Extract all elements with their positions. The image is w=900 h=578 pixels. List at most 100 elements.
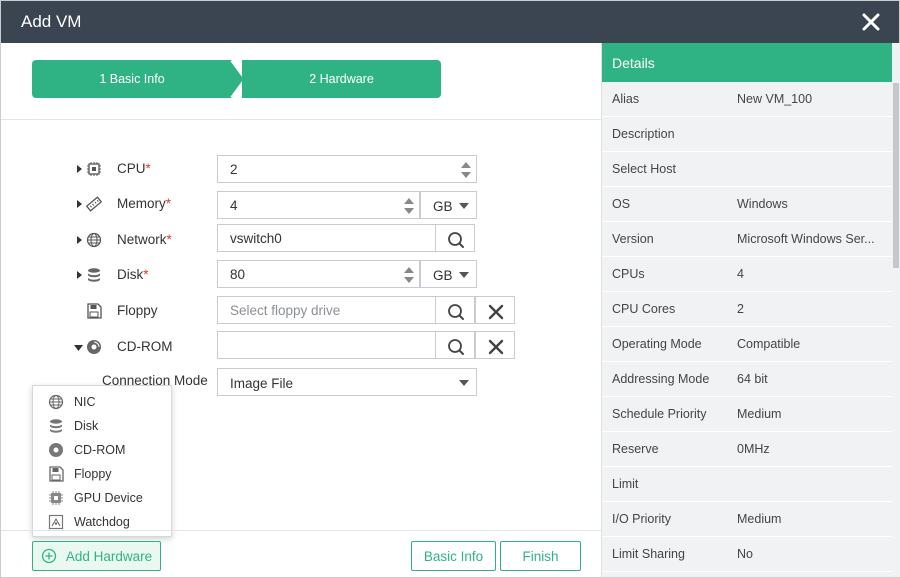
expand-caret-icon[interactable] — [75, 270, 83, 280]
hardware-panel: 1 Basic Info 2 Hardware CPU* 2 Memory* 4… — [1, 43, 601, 577]
details-row: Addressing Mode 64 bit — [602, 362, 892, 397]
details-row: Reserve 0MHz — [602, 432, 892, 467]
menu-item-label: GPU Device — [74, 491, 143, 505]
menu-item-nic[interactable]: NIC — [33, 390, 171, 414]
cpu-stepper[interactable]: 2 — [217, 155, 477, 183]
disc-icon — [49, 443, 63, 457]
details-key: Limit — [612, 477, 639, 491]
search-icon — [448, 339, 464, 355]
spin-arrows-icon[interactable] — [403, 264, 415, 286]
details-value: 2 — [737, 302, 744, 316]
spin-arrows-icon[interactable] — [403, 195, 415, 217]
expand-caret-icon[interactable] — [75, 164, 83, 174]
add-vm-dialog: Add VM 1 Basic Info 2 Hardware CPU* 2 Me… — [0, 0, 900, 578]
menu-item-label: CD-ROM — [74, 443, 126, 457]
menu-item-label: NIC — [74, 395, 96, 409]
details-key: OS — [612, 197, 631, 211]
scrollbar-thumb[interactable] — [893, 83, 899, 268]
menu-item-label: Watchdog — [74, 515, 130, 529]
details-value: Windows — [737, 197, 788, 211]
floppy-label: Floppy — [117, 303, 158, 318]
details-value: 4 — [737, 267, 744, 281]
details-row: I/O Priority Medium — [602, 502, 892, 537]
details-value: 0MHz — [737, 442, 770, 456]
details-scrollbar[interactable] — [892, 43, 900, 577]
search-icon — [448, 304, 464, 320]
connection-mode-select[interactable]: Image File — [217, 368, 477, 396]
details-value: Microsoft Windows Ser... — [737, 232, 875, 246]
details-key: I/O Priority — [612, 512, 672, 526]
search-icon — [448, 232, 464, 248]
disk-stepper[interactable]: 80 — [217, 260, 420, 288]
close-icon[interactable] — [861, 12, 881, 32]
connection-mode-value: Image File — [230, 376, 294, 391]
details-row: Version Microsoft Windows Ser... — [602, 222, 892, 257]
expand-caret-icon[interactable] — [75, 235, 83, 245]
watchdog-icon — [48, 514, 64, 530]
globe-icon — [86, 232, 102, 248]
menu-item-gpu-device[interactable]: GPU Device — [33, 486, 171, 510]
memory-icon — [86, 196, 102, 212]
floppy-placeholder: Select floppy drive — [230, 303, 341, 318]
dialog-title: Add VM — [21, 12, 82, 31]
memory-value: 4 — [230, 198, 238, 213]
memory-label: Memory* — [117, 196, 172, 211]
cdrom-label: CD-ROM — [117, 339, 173, 354]
cdrom-clear-button[interactable] — [475, 331, 515, 359]
expand-caret-icon[interactable] — [75, 199, 83, 209]
memory-stepper[interactable]: 4 — [217, 191, 420, 219]
database-icon — [88, 268, 100, 282]
details-key: Reserve — [612, 442, 659, 456]
cdrom-input[interactable] — [217, 331, 436, 359]
add-hardware-menu: NIC Disk CD-ROM Floppy GPU Device Watchd… — [32, 385, 172, 537]
details-row: Operating Mode Compatible — [602, 327, 892, 362]
details-key: Description — [612, 127, 675, 141]
menu-item-cdrom[interactable]: CD-ROM — [33, 438, 171, 462]
step-basic-info[interactable]: 1 Basic Info — [32, 60, 232, 98]
floppy-input[interactable]: Select floppy drive — [217, 296, 436, 324]
details-key: Addressing Mode — [612, 372, 710, 386]
step-hardware[interactable]: 2 Hardware — [242, 60, 441, 98]
disk-value: 80 — [230, 267, 246, 282]
network-input[interactable]: vswitch0 — [217, 224, 436, 252]
add-hardware-button[interactable]: Add Hardware — [32, 541, 161, 571]
details-value: Medium — [737, 512, 782, 526]
dialog-footer: Add Hardware Basic Info Finish — [1, 530, 601, 577]
wizard-steps: 1 Basic Info 2 Hardware — [32, 60, 441, 98]
network-value: vswitch0 — [230, 231, 282, 246]
memory-unit-select[interactable]: GB — [420, 191, 477, 219]
basic-info-button[interactable]: Basic Info — [411, 541, 496, 571]
menu-item-label: Floppy — [74, 467, 112, 481]
details-title: Details — [602, 43, 892, 82]
divider — [1, 119, 601, 120]
details-value: Medium — [737, 407, 782, 421]
cpu-value: 2 — [230, 162, 238, 177]
finish-button[interactable]: Finish — [500, 541, 581, 571]
chevron-down-icon — [459, 272, 469, 278]
globe-icon — [48, 394, 64, 410]
details-row: CPUs 4 — [602, 257, 892, 292]
close-icon — [488, 304, 504, 320]
details-row: Limit Sharing No — [602, 537, 892, 572]
add-hardware-label: Add Hardware — [65, 548, 153, 564]
cdrom-search-button[interactable] — [435, 331, 475, 359]
spin-arrows-icon[interactable] — [460, 159, 472, 181]
floppy-search-button[interactable] — [435, 296, 475, 324]
step-label: 1 Basic Info — [99, 72, 165, 86]
details-panel: Details Alias New VM_100 Description Select… — [601, 43, 900, 577]
menu-item-floppy[interactable]: Floppy — [33, 462, 171, 486]
collapse-caret-icon[interactable] — [74, 344, 84, 352]
floppy-clear-button[interactable] — [475, 296, 515, 324]
finish-label: Finish — [522, 548, 559, 564]
details-key: Limit Sharing — [612, 547, 685, 561]
details-value: New VM_100 — [737, 92, 813, 106]
disk-label: Disk* — [117, 267, 149, 282]
network-search-button[interactable] — [435, 224, 475, 252]
menu-item-disk[interactable]: Disk — [33, 414, 171, 438]
title-bar: Add VM — [1, 1, 899, 43]
details-value: Compatible — [737, 337, 801, 351]
plus-circle-icon — [41, 548, 56, 564]
disk-unit-select[interactable]: GB — [420, 260, 477, 288]
chip-icon — [49, 491, 63, 505]
menu-item-label: Disk — [74, 419, 99, 433]
